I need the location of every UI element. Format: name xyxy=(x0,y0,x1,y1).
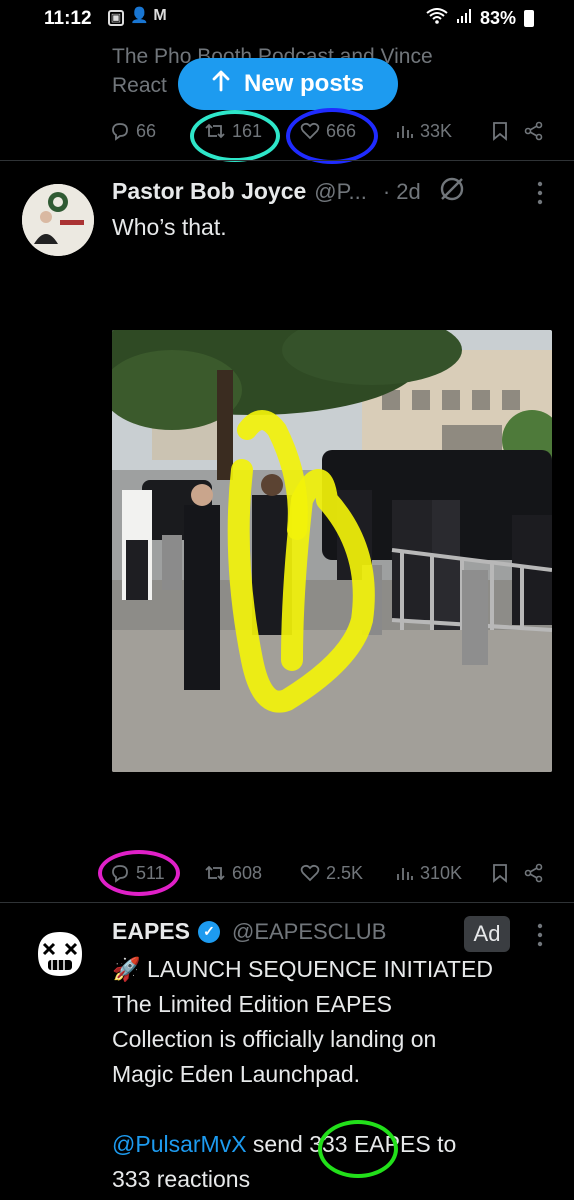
repost-count: 608 xyxy=(232,862,263,883)
divider xyxy=(0,902,574,903)
annotation-cyan-circle xyxy=(190,110,280,162)
mention-link[interactable]: @PulsarMvX xyxy=(112,1131,247,1157)
views-icon xyxy=(397,868,413,880)
heart-icon xyxy=(300,864,320,882)
annotation-green-circle xyxy=(318,1120,398,1178)
gallery-icon: ▣ xyxy=(108,10,124,26)
share-button[interactable] xyxy=(524,121,544,141)
annotation-blue-circle xyxy=(286,108,378,164)
author-name[interactable]: Pastor Bob Joyce xyxy=(112,178,306,205)
views-button[interactable]: 310K xyxy=(396,863,462,884)
divider xyxy=(0,160,574,161)
ad-line-4: Magic Eden Launchpad. xyxy=(112,1061,361,1087)
avatar[interactable] xyxy=(22,184,94,256)
annotation-magenta-circle xyxy=(98,850,180,896)
more-options-icon[interactable] xyxy=(536,180,544,212)
reply-icon xyxy=(112,123,128,141)
ad-line-1: 🚀 LAUNCH SEQUENCE INITIATED xyxy=(112,956,493,982)
views-button[interactable]: 33K xyxy=(396,121,452,142)
reply-button[interactable]: 66 xyxy=(110,121,156,142)
ad-line-3: Collection is officially landing on xyxy=(112,1026,437,1052)
signal-icon xyxy=(456,8,472,29)
new-posts-button[interactable]: New posts xyxy=(178,58,398,110)
bookmark-icon xyxy=(493,864,507,883)
repost-button[interactable]: 608 xyxy=(204,863,262,884)
view-count: 310K xyxy=(420,862,463,883)
views-icon xyxy=(397,126,413,138)
author-name[interactable]: EAPES xyxy=(112,918,190,945)
notification-icons: ▣ 👤 M xyxy=(108,7,168,26)
person-add-icon: 👤 xyxy=(130,7,149,24)
new-posts-label: New posts xyxy=(243,70,365,97)
ad-line-2: The Limited Edition EAPES xyxy=(112,991,392,1017)
like-button[interactable]: 2.5K xyxy=(300,863,363,884)
share-button[interactable] xyxy=(524,863,544,883)
ad-badge: Ad xyxy=(464,916,510,952)
battery-text: 83% xyxy=(479,8,516,28)
ad-line-5a: send xyxy=(246,1131,310,1157)
arrow-up-icon xyxy=(212,70,230,99)
battery-icon xyxy=(524,10,534,27)
eapes-avatar[interactable] xyxy=(30,924,90,984)
status-right: 83% xyxy=(426,8,534,29)
view-count: 33K xyxy=(420,120,453,141)
share-icon xyxy=(524,121,543,141)
status-bar: 11:12 ▣ 👤 M 83% xyxy=(0,0,574,44)
wifi-icon xyxy=(426,8,448,29)
grok-icon[interactable] xyxy=(439,176,465,207)
ad-post-header: EAPES ✓ @EAPESCLUB xyxy=(112,918,386,945)
author-handle[interactable]: @P... xyxy=(314,179,367,205)
author-handle[interactable]: @EAPESCLUB xyxy=(232,919,386,945)
repost-icon xyxy=(205,865,225,881)
like-count: 2.5K xyxy=(326,862,364,883)
post-actions: 511 608 2.5K 310K xyxy=(0,860,574,886)
more-options-icon[interactable] xyxy=(536,922,544,954)
post-time[interactable]: · 2d xyxy=(383,179,421,205)
verified-badge-icon: ✓ xyxy=(197,920,220,943)
share-icon xyxy=(524,863,543,883)
post-header: Pastor Bob Joyce @P... · 2d xyxy=(112,176,465,207)
reply-count: 66 xyxy=(136,120,157,141)
bookmark-icon xyxy=(493,122,507,141)
status-time: 11:12 xyxy=(44,8,92,29)
gmail-icon: M xyxy=(153,7,167,24)
bookmark-button[interactable] xyxy=(492,863,508,883)
post-media-image[interactable] xyxy=(112,330,552,772)
post-text: Who’s that. xyxy=(112,214,227,240)
bookmark-button[interactable] xyxy=(492,121,508,141)
